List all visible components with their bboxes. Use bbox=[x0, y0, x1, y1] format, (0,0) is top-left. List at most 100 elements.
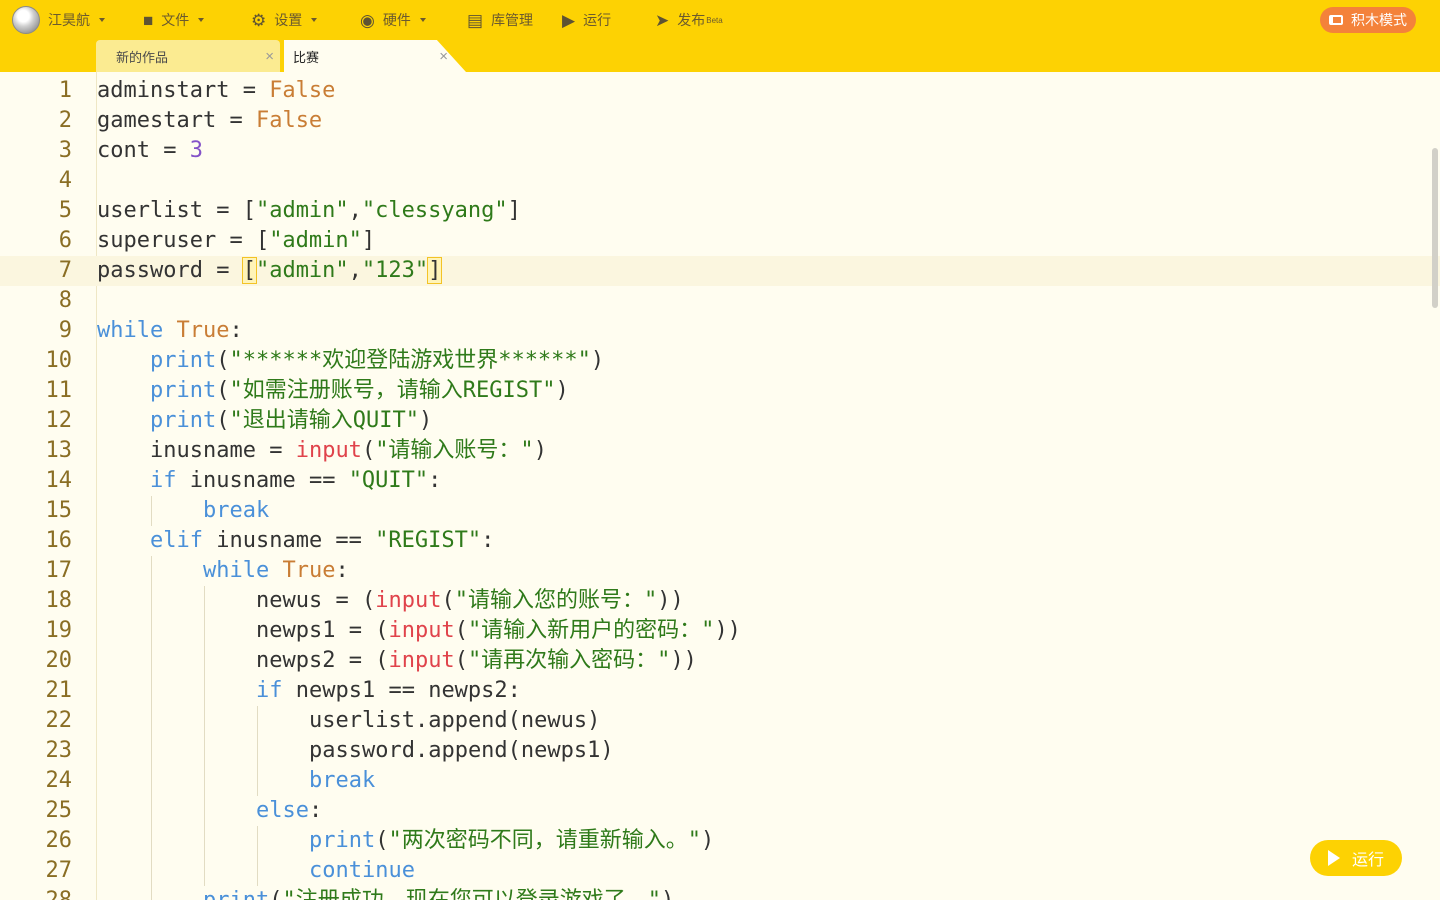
code-line[interactable]: 4 bbox=[0, 166, 1430, 196]
hardware-menu[interactable]: ◉ 硬件 bbox=[360, 0, 426, 40]
code-line[interactable]: 8 bbox=[0, 286, 1430, 316]
code-token: ] bbox=[361, 228, 376, 253]
code-token: gamestart = bbox=[97, 108, 256, 133]
code-lines[interactable]: 1 adminstart = False 2 gamestart = False 3 co… bbox=[0, 76, 1430, 900]
code-text: cont = 3 bbox=[97, 136, 203, 166]
code-line[interactable]: 27 continue bbox=[0, 856, 1430, 886]
code-token: input bbox=[375, 588, 442, 613]
publish-menu[interactable]: ➤ 发布 Beta bbox=[655, 0, 723, 40]
code-token: ) bbox=[418, 408, 433, 433]
code-token: "admin" bbox=[255, 258, 349, 283]
code-token: superuser = [ bbox=[97, 228, 270, 253]
code-line[interactable]: 3 cont = 3 bbox=[0, 136, 1430, 166]
close-icon[interactable]: × bbox=[439, 48, 448, 65]
code-line[interactable]: 21 if newps1 == newps2: bbox=[0, 676, 1430, 706]
code-line[interactable]: 14 if inusname == "QUIT": bbox=[0, 466, 1430, 496]
code-line[interactable]: 22 userlist.append(newus) bbox=[0, 706, 1430, 736]
tab-new-work[interactable]: 新的作品 × bbox=[96, 40, 280, 72]
line-number: 22 bbox=[45, 708, 73, 733]
code-line[interactable]: 2 gamestart = False bbox=[0, 106, 1430, 136]
code-text: if inusname == "QUIT": bbox=[150, 466, 441, 496]
code-line[interactable]: 10 print("******欢迎登陆游戏世界******") bbox=[0, 346, 1430, 376]
code-line[interactable]: 11 print("如需注册账号，请输入REGIST") bbox=[0, 376, 1430, 406]
code-line[interactable]: 16 elif inusname == "REGIST": bbox=[0, 526, 1430, 556]
code-line[interactable]: 17 while True: bbox=[0, 556, 1430, 586]
user-menu[interactable]: 江昊航 bbox=[12, 0, 105, 40]
code-line[interactable]: 23 password.append(newps1) bbox=[0, 736, 1430, 766]
code-text: superuser = ["admin"] bbox=[97, 226, 375, 256]
code-text: gamestart = False bbox=[97, 106, 322, 136]
run-button[interactable]: 运行 bbox=[1310, 840, 1402, 876]
hardware-menu-label: 硬件 bbox=[382, 12, 411, 28]
code-text: print("退出请输入QUIT") bbox=[150, 406, 432, 436]
code-line[interactable]: 5 userlist = ["admin","clessyang"] bbox=[0, 196, 1430, 226]
code-text: print("两次密码不同，请重新输入。") bbox=[309, 826, 714, 856]
code-text: password.append(newps1) bbox=[309, 736, 614, 766]
code-text: break bbox=[309, 766, 375, 796]
tab-competition[interactable]: 比赛 × bbox=[284, 40, 466, 72]
line-number: 8 bbox=[58, 288, 72, 313]
file-menu[interactable]: ■ 文件 bbox=[143, 0, 205, 40]
line-number: 24 bbox=[45, 768, 73, 793]
run-menu[interactable]: ▶ 运行 bbox=[562, 0, 611, 40]
code-token: ) bbox=[555, 378, 569, 403]
code-line[interactable]: 6 superuser = ["admin"] bbox=[0, 226, 1430, 256]
block-mode-button[interactable]: 积木模式 bbox=[1320, 7, 1416, 33]
blocks-icon bbox=[1329, 15, 1343, 25]
library-menu-label: 库管理 bbox=[491, 12, 534, 28]
code-text: break bbox=[203, 496, 269, 526]
indent-guide bbox=[204, 706, 205, 736]
code-line[interactable]: 25 else: bbox=[0, 796, 1430, 826]
code-token: newps1 = ( bbox=[256, 618, 389, 643]
code-token: else bbox=[256, 798, 309, 823]
code-line[interactable]: 7 password = ["admin","123"] bbox=[0, 256, 1430, 286]
code-line[interactable]: 26 print("两次密码不同，请重新输入。") bbox=[0, 826, 1430, 856]
settings-menu[interactable]: ⚙ 设置 bbox=[251, 0, 318, 40]
line-number: 11 bbox=[45, 378, 73, 403]
code-token: print bbox=[150, 348, 217, 373]
code-editor[interactable]: 1 adminstart = False 2 gamestart = False 3 co… bbox=[0, 72, 1440, 900]
code-text: while True: bbox=[97, 316, 243, 346]
line-number: 14 bbox=[45, 468, 73, 493]
code-line[interactable]: 13 inusname = input("请输入账号：") bbox=[0, 436, 1430, 466]
code-token: newps2 = ( bbox=[256, 648, 389, 673]
close-icon[interactable]: × bbox=[265, 48, 274, 65]
inbox-icon: ▤ bbox=[467, 10, 484, 30]
code-text: print("注册成功，现在您可以登录游戏了。") bbox=[203, 886, 674, 900]
code-token: "注册成功，现在您可以登录游戏了。" bbox=[282, 888, 661, 900]
code-line[interactable]: 20 newps2 = (input("请再次输入密码：")) bbox=[0, 646, 1430, 676]
indent-guide bbox=[151, 586, 152, 616]
line-number: 17 bbox=[45, 558, 73, 583]
code-line[interactable]: 28 print("注册成功，现在您可以登录游戏了。") bbox=[0, 886, 1430, 900]
chevron-down-icon bbox=[419, 18, 426, 22]
code-line[interactable]: 12 print("退出请输入QUIT") bbox=[0, 406, 1430, 436]
code-token: "admin" bbox=[255, 198, 349, 223]
code-line[interactable]: 15 break bbox=[0, 496, 1430, 526]
code-token: False bbox=[269, 78, 336, 103]
code-token: "clessyang" bbox=[361, 198, 508, 223]
code-text: newps1 = (input("请输入新用户的密码：")) bbox=[256, 616, 741, 646]
code-token: adminstart = bbox=[97, 78, 270, 103]
indent-guide bbox=[257, 826, 258, 856]
code-line[interactable]: 9 while True: bbox=[0, 316, 1430, 346]
code-token: True bbox=[176, 318, 230, 343]
line-number: 9 bbox=[58, 318, 72, 343]
chevron-down-icon bbox=[198, 18, 205, 22]
tab-bar: 新的作品 × 比赛 × bbox=[0, 40, 1440, 72]
code-line[interactable]: 24 break bbox=[0, 766, 1430, 796]
vertical-scrollbar[interactable] bbox=[1432, 148, 1438, 308]
code-token: )) bbox=[657, 588, 684, 613]
line-number: 21 bbox=[45, 678, 73, 703]
library-menu[interactable]: ▤ 库管理 bbox=[467, 0, 533, 40]
send-icon: ➤ bbox=[655, 10, 670, 30]
indent-guide bbox=[204, 826, 205, 856]
code-line[interactable]: 18 newus = (input("请输入您的账号：")) bbox=[0, 586, 1430, 616]
code-token: ] bbox=[427, 257, 443, 284]
top-toolbar: 江昊航 ■ 文件 ⚙ 设置 ◉ 硬件 ▤ 库管理 ▶ 运行 ➤ 发布 Beta … bbox=[0, 0, 1440, 40]
code-line[interactable]: 19 newps1 = (input("请输入新用户的密码：")) bbox=[0, 616, 1430, 646]
code-text: print("如需注册账号，请输入REGIST") bbox=[150, 376, 569, 406]
code-line[interactable]: 1 adminstart = False bbox=[0, 76, 1430, 106]
indent-guide bbox=[151, 616, 152, 646]
indent-guide bbox=[204, 736, 205, 766]
